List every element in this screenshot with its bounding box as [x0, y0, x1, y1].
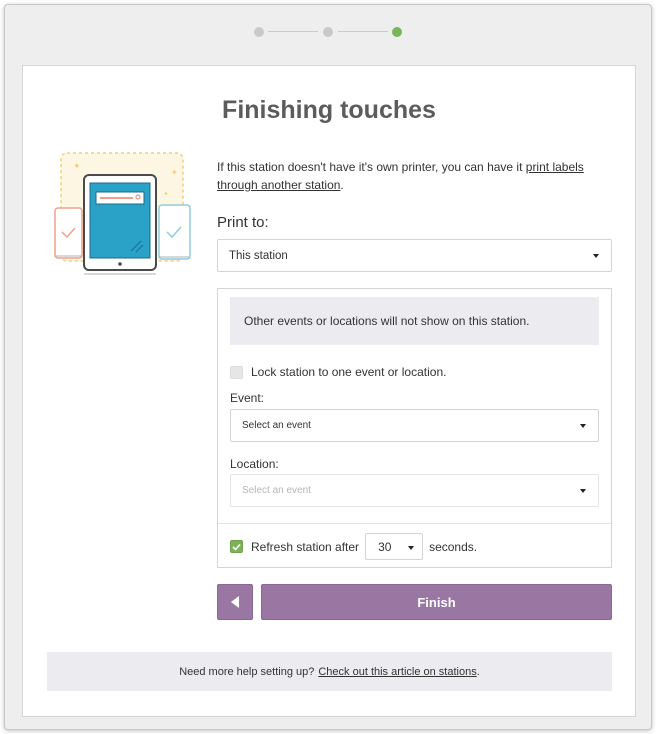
location-select[interactable]: Select an event — [230, 474, 599, 507]
svg-text:✦: ✦ — [163, 190, 169, 198]
arrow-left-icon — [231, 596, 239, 608]
step-2-dot — [323, 27, 333, 37]
intro-text: If this station doesn't have it's own pr… — [217, 158, 602, 194]
location-placeholder: Select an event — [242, 485, 311, 496]
chevron-down-icon — [408, 546, 415, 550]
app-window: Finishing touches ✦ ✦ ✦ If this station … — [4, 4, 652, 730]
intro-text-before: If this station doesn't have it's own pr… — [217, 160, 526, 174]
help-text: Need more help setting up? — [179, 665, 315, 678]
intro-text-after: . — [340, 178, 344, 192]
refresh-interval-select[interactable]: 30 — [365, 533, 424, 560]
chevron-down-icon — [580, 423, 586, 428]
event-selected-value: Select an event — [242, 420, 311, 431]
print-to-selected-value: This station — [229, 249, 288, 262]
svg-text:✦: ✦ — [73, 161, 81, 171]
chevron-down-icon — [593, 253, 599, 258]
back-button[interactable] — [217, 584, 253, 620]
station-devices-illustration: ✦ ✦ ✦ — [54, 152, 191, 275]
refresh-station-option: Refresh station after 30 seconds. — [230, 533, 477, 560]
lock-station-option[interactable]: Lock station to one event or location. — [230, 365, 446, 379]
panel-divider — [218, 523, 611, 524]
finish-button[interactable]: Finish — [261, 584, 612, 620]
page-title: Finishing touches — [222, 96, 436, 124]
lock-station-label: Lock station to one event or location. — [251, 365, 447, 379]
stations-article-link[interactable]: Check out this article on stations — [318, 666, 476, 678]
chevron-down-icon — [580, 488, 586, 493]
help-footer: Need more help setting up? Check out this… — [47, 652, 612, 691]
event-label: Event: — [230, 391, 265, 405]
setup-card: Finishing touches ✦ ✦ ✦ If this station … — [22, 65, 636, 717]
restriction-notice: Other events or locations will not show … — [230, 297, 599, 345]
print-to-label: Print to: — [217, 214, 269, 231]
refresh-interval-value: 30 — [378, 539, 392, 554]
progress-stepper — [254, 26, 404, 38]
step-connector — [338, 31, 388, 32]
step-3-dot — [392, 27, 402, 37]
step-connector — [268, 31, 318, 32]
svg-text:✦: ✦ — [171, 168, 178, 177]
checkmark-icon — [232, 543, 241, 551]
refresh-station-checkbox[interactable] — [230, 540, 243, 553]
step-1-dot — [254, 27, 264, 37]
location-label: Location: — [230, 457, 279, 471]
refresh-unit-label: seconds. — [429, 539, 478, 554]
refresh-station-label: Refresh station after — [251, 539, 360, 554]
print-to-select[interactable]: This station — [217, 239, 612, 272]
station-restrictions-panel: Other events or locations will not show … — [217, 288, 612, 568]
restriction-notice-text: Other events or locations will not show … — [244, 314, 530, 328]
lock-station-checkbox[interactable] — [230, 365, 243, 379]
event-select[interactable]: Select an event — [230, 409, 599, 442]
help-text-after: . — [476, 665, 480, 678]
